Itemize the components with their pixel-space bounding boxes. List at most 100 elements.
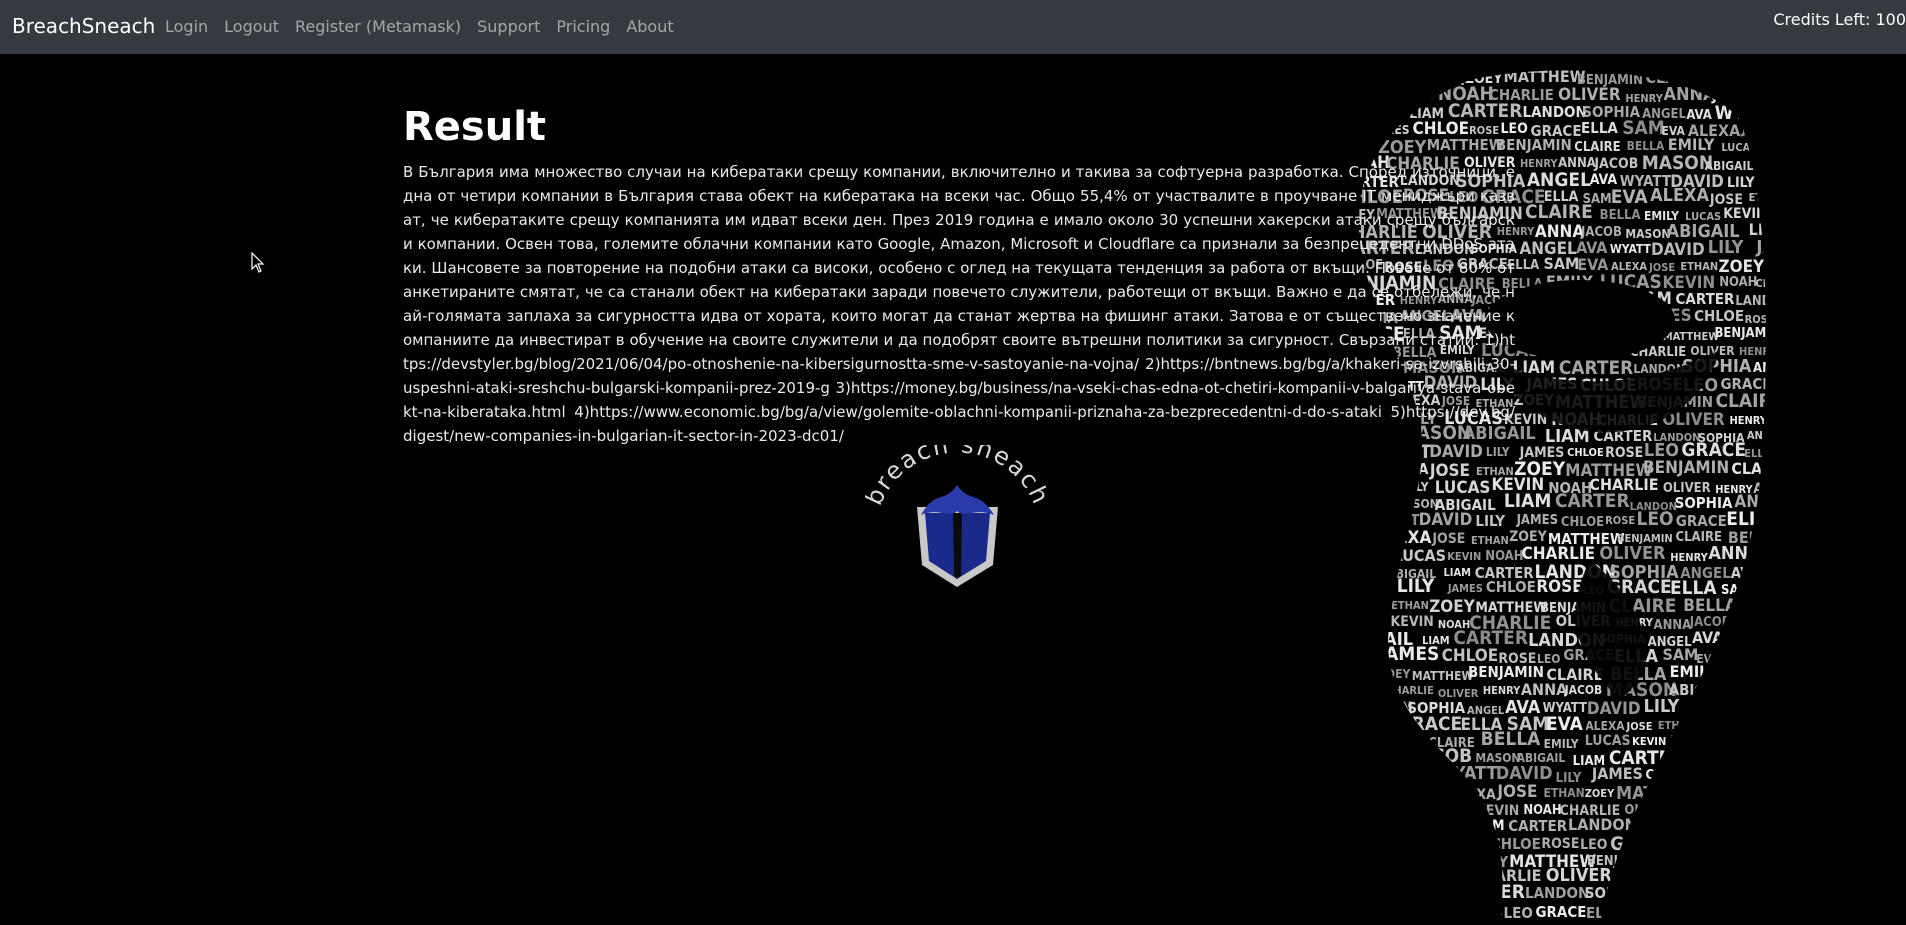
mask-word: JOSE: [1340, 592, 1385, 614]
mask-word: ELLA: [1581, 119, 1618, 137]
mask-word: LILY: [1556, 771, 1582, 786]
mask-word: EVA: [1340, 526, 1373, 546]
mask-word: AVA: [1689, 888, 1714, 903]
mask-word: EMILY: [1544, 737, 1579, 751]
mask-word: ANGEL: [1680, 818, 1731, 836]
nav-logout-link[interactable]: Logout: [224, 17, 279, 36]
mask-word: EVA: [1611, 186, 1649, 208]
mask-word: LUCAS: [1723, 666, 1772, 684]
mask-word: ANGEL: [1340, 766, 1398, 786]
mask-word: JAMES: [1442, 835, 1488, 851]
mask-word: ROSE: [1605, 445, 1643, 461]
mask-word: JAMES: [1370, 904, 1412, 919]
mask-word: HENRY: [1677, 803, 1718, 817]
mask-word: EMILY: [1378, 800, 1425, 819]
mask-word: ETHAN: [1544, 786, 1585, 800]
mask-word: JAMES: [1765, 175, 1780, 188]
nav-about-link[interactable]: About: [626, 17, 673, 36]
mask-word: ALEXA: [1650, 185, 1709, 206]
mask-word: ROSE: [1690, 765, 1736, 785]
mask-word: NOAH: [1485, 549, 1523, 564]
mask-word: EVA: [1667, 905, 1691, 919]
mask-word: NOAH: [1771, 204, 1780, 222]
mask-word: LEO: [1500, 121, 1528, 137]
mask-word: SAM: [1386, 785, 1415, 800]
nav-login-link[interactable]: Login: [165, 17, 208, 36]
mask-word: ROSE: [1745, 313, 1775, 326]
mask-word: DAVID: [1587, 699, 1641, 719]
mask-word: LUCAS: [1394, 546, 1446, 565]
mask-word: ANNA: [1718, 801, 1762, 819]
mask-word: BELLA: [1719, 856, 1754, 869]
mask-word: DAVID: [1340, 831, 1397, 852]
mask-word: JACOB: [1758, 797, 1780, 818]
mask-word: LUCAS: [1340, 615, 1389, 633]
mask-word: ANNA: [1654, 618, 1692, 633]
mask-word: CARTER: [1450, 881, 1525, 903]
mask-word: BELLA: [1683, 596, 1737, 616]
mask-word: NOAH: [1340, 680, 1390, 700]
mask-word: DAVID: [1419, 510, 1473, 530]
mask-word: ALEXA: [1779, 576, 1780, 597]
mask-word: MATTHEW: [1765, 258, 1780, 272]
mask-word: LUCAS: [1340, 870, 1383, 885]
mask-word: ETHAN: [1749, 191, 1780, 204]
mask-word: ANNA: [1663, 84, 1716, 105]
mask-word: ANGEL: [1645, 888, 1689, 903]
nav-register-link[interactable]: Register (Metamask): [295, 17, 461, 36]
mask-word: SAM: [1627, 901, 1670, 923]
mask-word: EMILY: [1747, 72, 1780, 86]
mask-word: EMILY: [1394, 480, 1429, 494]
mask-word: CLAIRE: [1655, 849, 1712, 868]
mask-word: MATTHEW: [1412, 669, 1474, 683]
mask-word: ALEXA: [1450, 787, 1496, 803]
mask-word: LIAM: [1409, 885, 1447, 903]
mask-word: BELLA: [1340, 476, 1391, 495]
mask-word: JACOB: [1756, 544, 1780, 562]
mask-word: KEVIN: [1381, 85, 1434, 105]
mask-word: EVA: [1414, 783, 1447, 803]
mask-word: CHARLIE: [1711, 735, 1767, 750]
mask-word: ALEXA: [1693, 902, 1749, 922]
navbar: BreachSneach Login Logout Register (Meta…: [0, 0, 1906, 54]
brand-link[interactable]: BreachSneach: [12, 14, 155, 38]
mask-word: CLAIRE: [1574, 140, 1620, 155]
mask-word: SAM: [1776, 443, 1780, 462]
nav-support-link[interactable]: Support: [477, 17, 540, 36]
mask-word: SAM: [1544, 254, 1580, 273]
mask-word: JAMES: [1370, 123, 1409, 137]
mask-word: ABIGAIL: [1387, 817, 1460, 838]
mask-word: JACOB: [1711, 85, 1762, 104]
mask-word: BENJAMIN: [1468, 663, 1544, 681]
mask-word: WYATT: [1726, 630, 1780, 649]
mask-word: LILY: [1340, 905, 1363, 918]
mask-word: GRACE: [1676, 512, 1727, 530]
mask-word: WYATT: [1610, 242, 1652, 256]
mask-word: BENJAMIN: [1715, 326, 1780, 341]
mask-word: CARTER: [1555, 490, 1630, 512]
mask-word: LANDON: [1568, 815, 1637, 834]
mask-word: AVA: [1731, 819, 1755, 833]
mask-word: AVA: [1340, 515, 1365, 530]
mask-word: JACOB: [1593, 156, 1638, 172]
mask-word: ALEXA: [1379, 460, 1429, 478]
mask-word: JAMES: [1691, 696, 1746, 716]
mask-word: MASON: [1766, 84, 1780, 103]
mask-word: LANDON: [1340, 699, 1413, 719]
mask-word: ABIGAIL: [1705, 159, 1754, 173]
credits-left: Credits Left: 100: [1773, 10, 1906, 29]
mask-word: ETHAN: [1391, 599, 1429, 612]
mask-word: MATTHEW: [1740, 721, 1780, 734]
mask-word: LEO: [1776, 308, 1780, 328]
mask-word: EVA: [1750, 837, 1777, 853]
mask-word: JAMES: [1591, 764, 1643, 783]
mask-word: CHARLIE: [1756, 277, 1781, 290]
mask-word: JACOB: [1708, 866, 1759, 885]
mask-word: MASON: [1763, 869, 1780, 889]
mask-word: ZOEY: [1696, 716, 1740, 735]
mask-word: ALEXA: [1585, 719, 1625, 733]
nav-pricing-link[interactable]: Pricing: [556, 17, 610, 36]
mask-word: MASON: [1734, 612, 1780, 632]
mask-word: LILY: [1644, 696, 1680, 717]
mask-word: LEO: [1504, 904, 1533, 922]
